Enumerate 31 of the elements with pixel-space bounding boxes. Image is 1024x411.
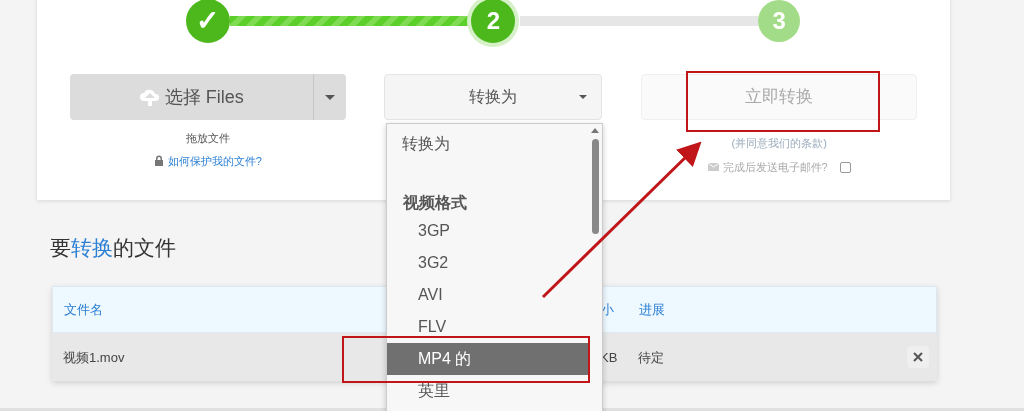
dropdown-option[interactable]: MP4 的: [387, 343, 588, 375]
dropdown-toggle-button[interactable]: [312, 74, 346, 120]
dropdown-option[interactable]: 英里: [387, 375, 588, 407]
column-header: 进展: [639, 302, 665, 317]
cloud-upload-icon: [138, 88, 161, 106]
close-icon: [913, 351, 923, 362]
step-indicator: 2: [471, 0, 516, 43]
table-cell: 视频1.mov: [63, 349, 125, 365]
mail-icon: [707, 163, 719, 172]
remove-button[interactable]: [907, 345, 929, 368]
dropdown-option[interactable]: 3G2: [387, 247, 588, 279]
protect-files-link[interactable]: 如何保护我的文件?: [167, 152, 262, 169]
column-header: 文件名: [64, 302, 103, 317]
email-option-label: 完成后发送电子邮件?: [722, 160, 828, 175]
scroll-up-icon[interactable]: [591, 128, 599, 133]
terms-note: (并同意我们的条款): [731, 137, 827, 149]
choose-files-button[interactable]: 选择 Files: [70, 74, 313, 120]
scrollbar-thumb[interactable]: [591, 139, 599, 234]
column-header: 小: [601, 302, 614, 317]
table-cell: 待定: [638, 349, 664, 365]
caret-icon: [324, 94, 335, 100]
lock-icon: [153, 155, 164, 167]
dropdown-option[interactable]: FLV: [387, 311, 588, 343]
caret-icon: [579, 95, 588, 99]
drop-files-hint: 拖放文件: [185, 132, 230, 144]
dropdown-option[interactable]: 转换为: [387, 127, 588, 161]
option-group-label: 视频格式: [402, 193, 468, 213]
dropdown-option[interactable]: AVI: [387, 279, 588, 311]
dropdown-option[interactable]: 3GP: [387, 215, 588, 247]
convert-to-dropdown[interactable]: 转换为: [384, 74, 603, 120]
section-heading: 要转换的文件: [50, 235, 176, 261]
